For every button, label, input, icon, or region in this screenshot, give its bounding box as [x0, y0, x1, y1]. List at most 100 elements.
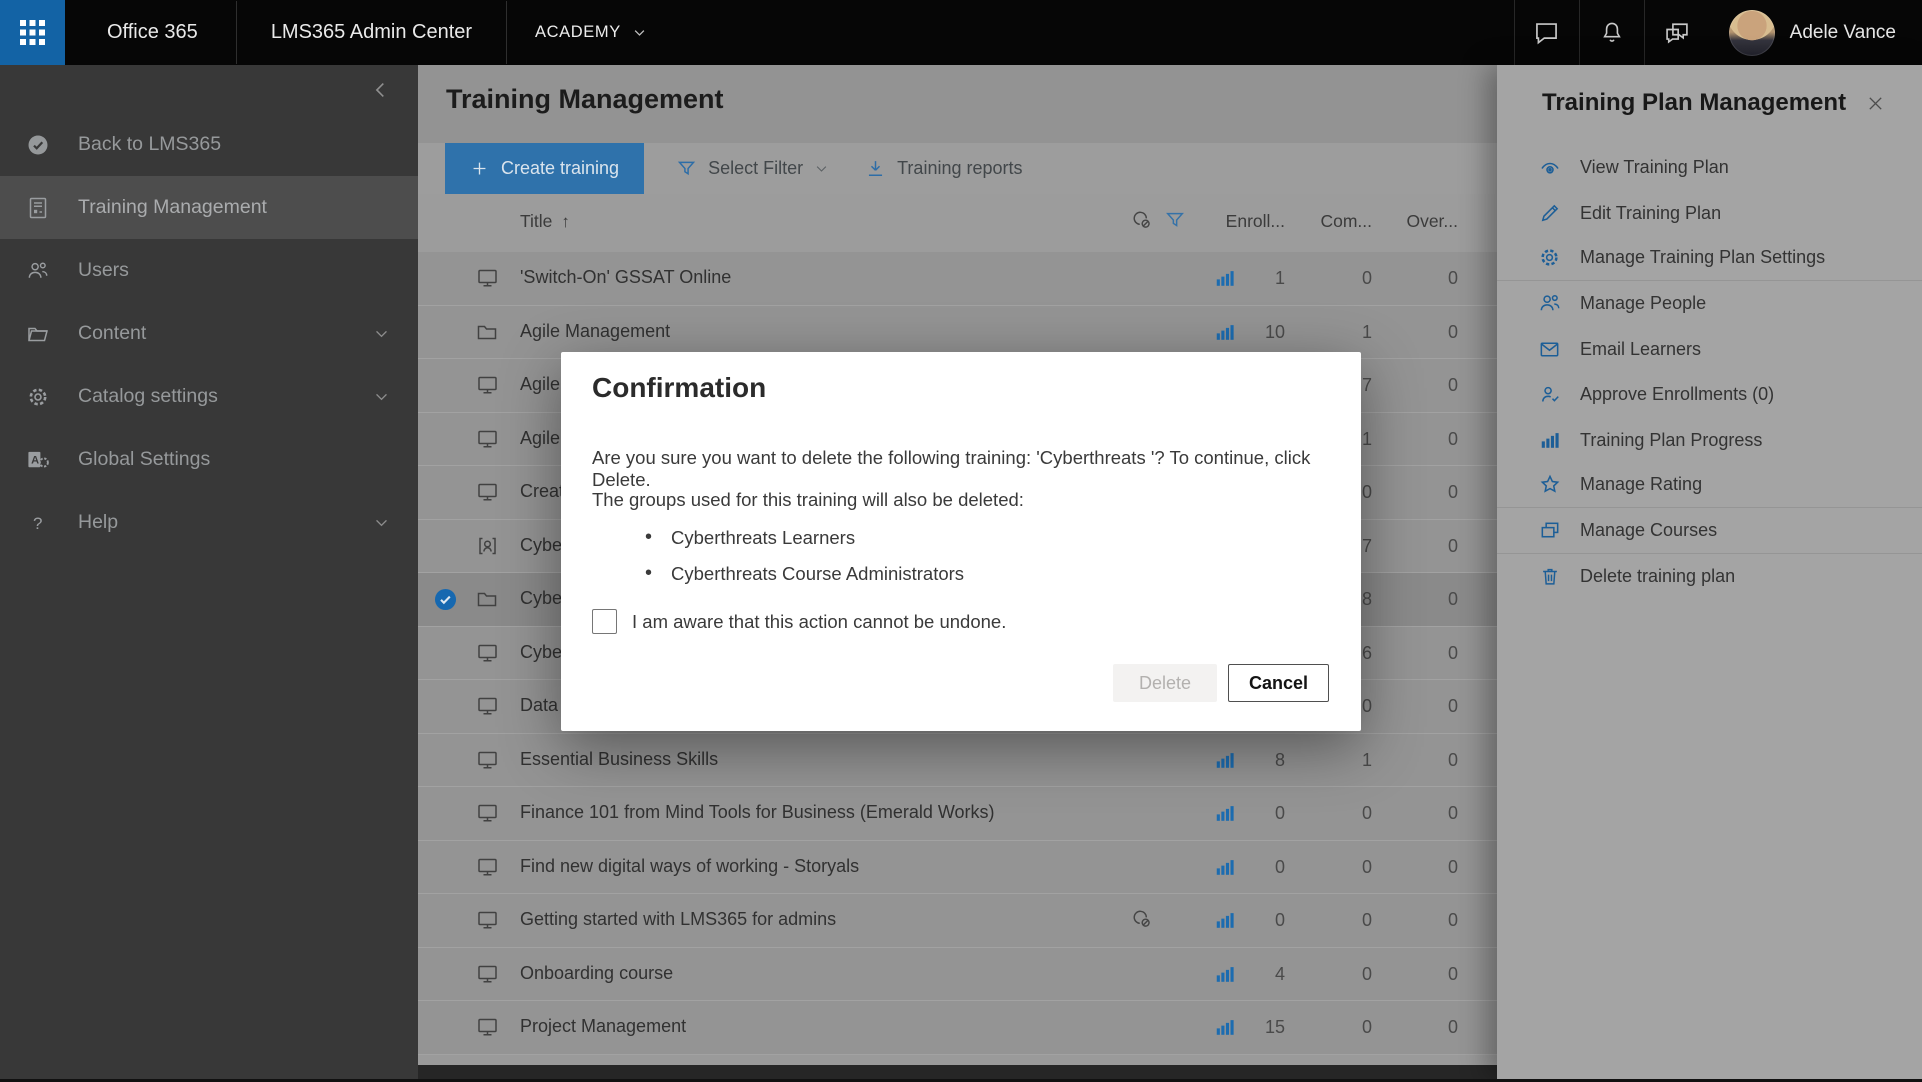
sidebar-item-help[interactable]: ? Help: [0, 491, 418, 554]
column-enrolled[interactable]: Enroll...: [1226, 211, 1285, 232]
chat-button[interactable]: [1514, 0, 1579, 65]
confirm-checkbox[interactable]: [592, 609, 617, 634]
sidebar-item-training-management[interactable]: Training Management: [0, 176, 418, 239]
enrolled-count: 8: [1275, 750, 1285, 771]
sort-ascending-icon: ↑: [561, 212, 570, 232]
progress-chart-icon[interactable]: [1214, 321, 1236, 343]
bullet-icon: •: [645, 526, 652, 549]
panel-item-edit-training-plan[interactable]: Edit Training Plan: [1497, 190, 1922, 235]
create-training-button[interactable]: Create training: [445, 143, 644, 194]
panel-item-approve-enrollments[interactable]: Approve Enrollments (0): [1497, 372, 1922, 417]
chat-icon: [1533, 19, 1560, 46]
panel-item-training-plan-progress[interactable]: Training Plan Progress: [1497, 417, 1922, 462]
email-icon: [1537, 338, 1562, 361]
table-header: Title ↑ Enroll... Com... Over...: [418, 194, 1497, 252]
progress-chart-icon[interactable]: [1214, 267, 1236, 289]
panel-item-label: Delete training plan: [1580, 566, 1735, 587]
training-plan-folder-icon: [475, 320, 499, 344]
panel-item-email-learners[interactable]: Email Learners: [1497, 327, 1922, 372]
training-title[interactable]: Finance 101 from Mind Tools for Business…: [520, 802, 995, 823]
column-overdue[interactable]: Over...: [1406, 211, 1458, 232]
panel-item-manage-people[interactable]: Manage People: [1497, 281, 1922, 326]
panel-item-view-training-plan[interactable]: View Training Plan: [1497, 145, 1922, 190]
sidebar-item-content[interactable]: Content: [0, 302, 418, 365]
plus-icon: [470, 159, 489, 178]
elearning-monitor-icon: [475, 855, 500, 879]
notifications-button[interactable]: [1579, 0, 1644, 65]
selected-check-icon[interactable]: [434, 588, 457, 611]
select-filter-dropdown[interactable]: Select Filter: [676, 143, 829, 194]
overdue-count: 0: [1448, 964, 1458, 985]
training-title[interactable]: Onboarding course: [520, 963, 673, 984]
panel-item-label: Approve Enrollments (0): [1580, 384, 1774, 405]
overdue-count: 0: [1448, 857, 1458, 878]
create-training-label: Create training: [501, 158, 619, 179]
elearning-monitor-icon: [475, 266, 500, 290]
progress-chart-icon[interactable]: [1214, 802, 1236, 824]
panel-item-delete-training-plan[interactable]: Delete training plan: [1497, 554, 1922, 599]
chevron-down-icon[interactable]: [373, 388, 390, 405]
horizontal-scrollbar[interactable]: [418, 1065, 1497, 1079]
training-title[interactable]: Agile: [520, 374, 560, 395]
training-title[interactable]: Essential Business Skills: [520, 749, 718, 770]
tenant-label: ACADEMY: [535, 23, 621, 42]
table-row[interactable]: Getting started with LMS365 for admins 0…: [418, 894, 1497, 948]
column-filter-icon[interactable]: [1164, 209, 1186, 231]
overdue-count: 0: [1448, 643, 1458, 664]
table-row[interactable]: Onboarding course 4 0 0: [418, 948, 1497, 1002]
panel-item-manage-courses[interactable]: Manage Courses: [1497, 508, 1922, 553]
training-title[interactable]: Agile Management: [520, 321, 670, 342]
tenant-dropdown[interactable]: ACADEMY: [507, 0, 675, 65]
confirm-checkbox-label[interactable]: I am aware that this action cannot be un…: [632, 611, 1006, 633]
gear-icon: [1537, 246, 1562, 269]
training-title[interactable]: Project Management: [520, 1016, 686, 1037]
panel-item-manage-training-plan-settings[interactable]: Manage Training Plan Settings: [1497, 236, 1922, 281]
progress-chart-icon[interactable]: [1214, 963, 1236, 985]
gear-icon: [26, 385, 50, 409]
user-menu[interactable]: Adele Vance: [1709, 0, 1922, 65]
progress-chart-icon[interactable]: [1214, 1016, 1236, 1038]
progress-chart-icon[interactable]: [1214, 749, 1236, 771]
progress-chart-icon[interactable]: [1214, 856, 1236, 878]
column-completed[interactable]: Com...: [1320, 211, 1372, 232]
classroom-person-icon: [475, 534, 500, 558]
feedback-button[interactable]: [1644, 0, 1709, 65]
training-title[interactable]: 'Switch-On' GSSAT Online: [520, 267, 731, 288]
panel-item-manage-rating[interactable]: Manage Rating: [1497, 463, 1922, 508]
progress-chart-icon[interactable]: [1214, 909, 1236, 931]
table-row[interactable]: 'Switch-On' GSSAT Online 1 0 0: [418, 252, 1497, 306]
table-row[interactable]: Find new digital ways of working - Story…: [418, 841, 1497, 895]
catalog-unpublished-filter-icon[interactable]: [1130, 209, 1153, 232]
completed-count: 0: [1362, 1017, 1372, 1038]
confirm-checkbox-row[interactable]: I am aware that this action cannot be un…: [592, 609, 1006, 634]
chevron-down-icon[interactable]: [373, 514, 390, 531]
sidebar-item-global-settings[interactable]: A Global Settings: [0, 428, 418, 491]
table-row[interactable]: Finance 101 from Mind Tools for Business…: [418, 787, 1497, 841]
chevron-down-icon[interactable]: [373, 325, 390, 342]
completed-count: 0: [1362, 857, 1372, 878]
admin-center-title[interactable]: LMS365 Admin Center: [237, 0, 506, 65]
topbar-spacer: [675, 0, 1514, 65]
overdue-count: 0: [1448, 268, 1458, 289]
completed-count: 7: [1362, 375, 1372, 396]
delete-button[interactable]: Delete: [1113, 664, 1217, 702]
table-row[interactable]: Essential Business Skills 8 1 0: [418, 734, 1497, 788]
office365-brand[interactable]: Office 365: [65, 0, 236, 65]
sidebar-item-label: Users: [78, 259, 129, 282]
sidebar-collapse-button[interactable]: [370, 79, 392, 101]
close-panel-button[interactable]: [1865, 93, 1886, 114]
training-title[interactable]: Find new digital ways of working - Story…: [520, 856, 859, 877]
training-reports-label: Training reports: [897, 158, 1022, 179]
app-launcher-button[interactable]: [0, 0, 65, 65]
sidebar-item-catalog-settings[interactable]: Catalog settings: [0, 365, 418, 428]
sidebar-item-back-to-lms365[interactable]: Back to LMS365: [0, 113, 418, 176]
table-row[interactable]: Agile Management 10 1 0: [418, 306, 1497, 360]
cancel-button[interactable]: Cancel: [1228, 664, 1329, 702]
training-reports-button[interactable]: Training reports: [865, 143, 1022, 194]
table-row[interactable]: Project Management 15 0 0: [418, 1001, 1497, 1055]
courses-icon: [1537, 519, 1562, 542]
panel-title: Training Plan Management: [1542, 89, 1846, 117]
sidebar-item-users[interactable]: Users: [0, 239, 418, 302]
training-title[interactable]: Getting started with LMS365 for admins: [520, 909, 836, 930]
column-title[interactable]: Title ↑: [520, 211, 570, 232]
